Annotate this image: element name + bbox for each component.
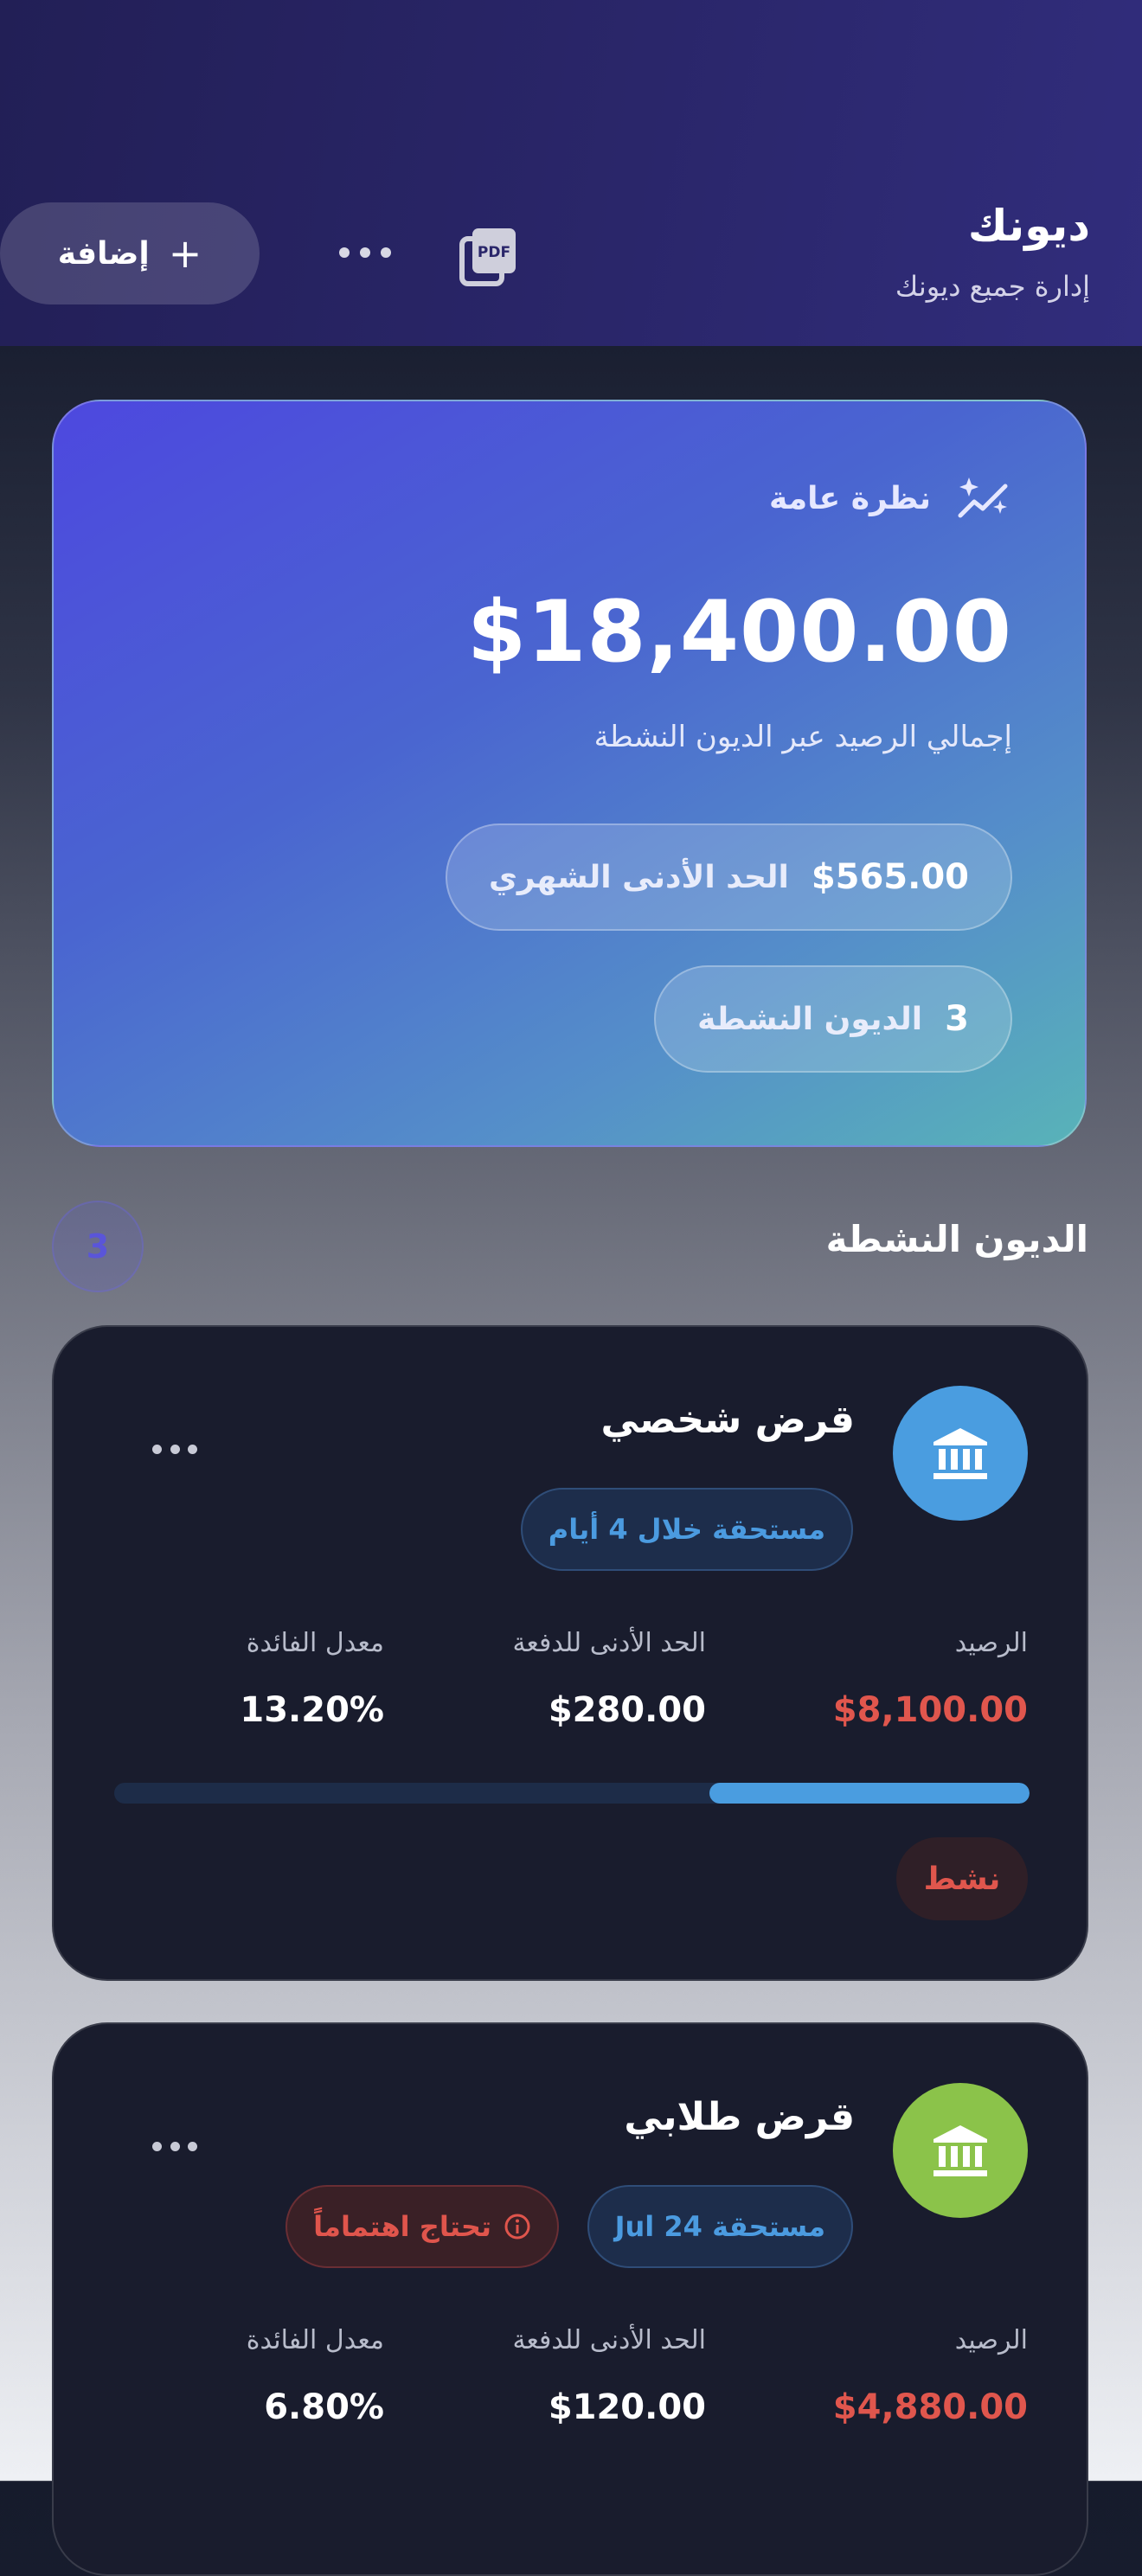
interest-rate-label: معدل الفائدة [246,1628,384,1658]
debt-more-button[interactable] [152,1445,197,1457]
debt-card[interactable]: قرض شخصي مستحقة خلال 4 أيام الرصيد الحد … [52,1325,1088,1981]
plus-icon: + [168,230,202,277]
interest-rate-label: معدل الفائدة [246,2325,384,2355]
attention-badge: تحتاج اهتماماً [286,2185,559,2268]
min-payment-label: الحد الأدنى للدفعة [512,1628,706,1658]
interest-rate-value: 6.80% [264,2387,384,2427]
due-date-badge: مستحقة Jul 24 [587,2185,853,2268]
total-balance-amount: $18,400.00 [467,583,1012,682]
interest-rate-value: 13.20% [240,1690,384,1730]
svg-text:PDF: PDF [478,244,510,261]
payoff-progress-bar [114,1783,1030,1804]
header-more-button[interactable] [339,235,391,270]
debt-more-button[interactable] [152,2142,197,2154]
overview-label: نظرة عامة [769,481,931,516]
debt-icon-circle [893,2083,1028,2218]
info-circle-icon [504,2214,530,2240]
pdf-export-icon: PDF [459,228,516,286]
section-title: الديون النشطة [825,1218,1088,1260]
bank-icon [933,2125,987,2176]
payoff-progress-fill [709,1783,1030,1804]
min-payment-value: $120.00 [548,2387,706,2427]
active-debts-label: الديون النشطة [697,1001,923,1037]
attention-badge-label: تحتاج اهتماماً [313,2210,491,2243]
active-debts-pill: 3 الديون النشطة [654,965,1012,1073]
app-header: ديونك إدارة جميع ديونك PDF + إضافة [0,0,1142,346]
ellipsis-icon [152,1445,162,1454]
add-debt-button[interactable]: + إضافة [0,202,260,304]
total-balance-caption: إجمالي الرصيد عبر الديون النشطة [593,720,1012,754]
monthly-minimum-pill: $565.00 الحد الأدنى الشهري [445,823,1012,931]
min-payment-label: الحد الأدنى للدفعة [512,2325,706,2355]
sparkle-trend-icon [958,477,1008,518]
due-date-badge: مستحقة خلال 4 أيام [520,1488,853,1571]
add-button-label: إضافة [57,235,150,272]
balance-label: الرصيد [954,2325,1028,2355]
bank-icon [933,1428,987,1479]
monthly-minimum-value: $565.00 [811,857,969,897]
debt-icon-circle [893,1386,1028,1521]
ellipsis-icon [339,247,350,258]
status-badge: نشط [896,1837,1028,1920]
debt-name: قرض شخصي [600,1398,855,1442]
balance-value: $8,100.00 [832,1690,1028,1730]
balance-label: الرصيد [954,1628,1028,1658]
pdf-export-button[interactable]: PDF [459,227,519,287]
section-count-badge: 3 [52,1201,144,1292]
page-title: ديونك [967,201,1090,251]
active-debts-count: 3 [945,999,969,1039]
monthly-minimum-label: الحد الأدنى الشهري [488,859,789,895]
debt-name: قرض طلابي [624,2095,855,2139]
debt-card[interactable]: قرض طلابي مستحقة Jul 24 تحتاج اهتماماً ا… [52,2022,1088,2576]
page-subtitle: إدارة جميع ديونك [895,270,1090,303]
overview-card: نظرة عامة $18,400.00 إجمالي الرصيد عبر ا… [52,400,1087,1147]
ellipsis-icon [152,2142,162,2151]
balance-value: $4,880.00 [832,2387,1028,2427]
min-payment-value: $280.00 [548,1690,706,1730]
